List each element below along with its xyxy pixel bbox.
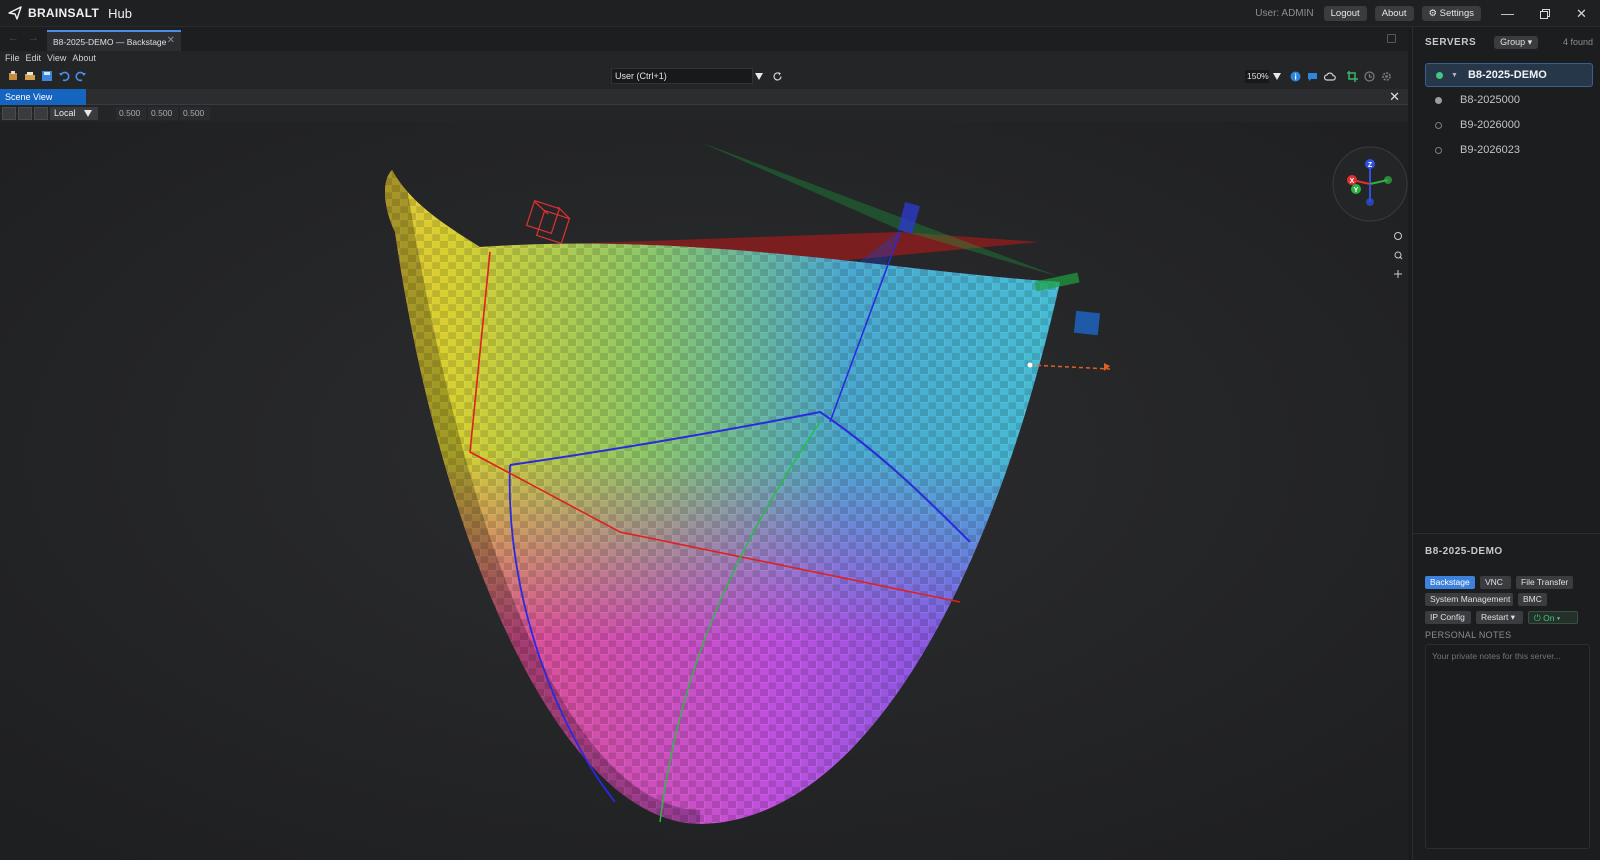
- group-dropdown[interactable]: Group ▾: [1494, 35, 1539, 49]
- gear-icon[interactable]: [1381, 71, 1392, 82]
- server-count: 4 found: [1562, 37, 1593, 47]
- detail-title: B8-2025-DEMO: [1425, 546, 1503, 557]
- menu-edit[interactable]: Edit: [26, 53, 42, 63]
- history-icon[interactable]: [1364, 71, 1375, 82]
- brand-name: BRAINSALT: [28, 6, 100, 20]
- logout-button[interactable]: Logout: [1323, 6, 1367, 21]
- servers-title: SERVERS: [1425, 36, 1477, 48]
- tab-label: B8-2025-DEMO — Backstage: [53, 36, 167, 47]
- system-management-button[interactable]: System Management: [1425, 593, 1513, 606]
- server-detail-panel: B8-2025-DEMO Backstage VNC File Transfer…: [1413, 533, 1600, 860]
- status-offline-icon: [1435, 121, 1442, 129]
- new-file-icon[interactable]: [7, 70, 19, 82]
- scene-close-icon[interactable]: ✕: [1389, 89, 1400, 105]
- gizmo-x-label: X: [1350, 178, 1355, 185]
- scene-view-tab[interactable]: Scene View: [0, 89, 86, 105]
- notes-label: PERSONAL NOTES: [1425, 630, 1512, 640]
- rotate-tool-icon[interactable]: [18, 107, 32, 120]
- scene-view-header: Scene View ✕: [0, 89, 1408, 105]
- server-item-b9-2026000[interactable]: B9-2026000: [1425, 113, 1593, 137]
- tab-backstage[interactable]: B8-2025-DEMO — Backstage ✕: [47, 30, 181, 51]
- server-name: B9-2026023: [1460, 144, 1520, 156]
- servers-header: SERVERS Group ▾ 4 found: [1425, 34, 1593, 50]
- menu-view[interactable]: View: [47, 53, 66, 63]
- servers-sidebar: SERVERS Group ▾ 4 found ▼ B8-2025-DEMO B…: [1412, 27, 1600, 860]
- maximize-icon[interactable]: [1526, 0, 1563, 27]
- scene-canvas[interactable]: Z X Y: [0, 122, 1408, 860]
- scene-viewport[interactable]: Z X Y: [0, 122, 1408, 860]
- crop-icon[interactable]: [1347, 71, 1358, 82]
- menu-bar: File Edit View About: [0, 51, 1408, 65]
- transform-bar: Local 0.500 0.500 0.500: [0, 105, 1408, 122]
- server-item-b8-2025000[interactable]: B8-2025000: [1425, 88, 1593, 112]
- main-area: ← → B8-2025-DEMO — Backstage ✕ File Edit…: [0, 27, 1408, 860]
- about-button[interactable]: About: [1374, 6, 1414, 21]
- menu-about[interactable]: About: [72, 53, 96, 63]
- space-chevron-down-icon[interactable]: [84, 110, 92, 117]
- server-name: B8-2025-DEMO: [1467, 69, 1547, 81]
- info-icon[interactable]: [1290, 71, 1301, 82]
- brand: BRAINSALT Hub: [8, 6, 132, 21]
- settings-button[interactable]: ⚙ Settings: [1421, 6, 1481, 21]
- status-online-icon: [1436, 71, 1443, 79]
- cloud-icon[interactable]: [1324, 71, 1336, 82]
- file-transfer-button[interactable]: File Transfer: [1516, 576, 1573, 589]
- save-icon[interactable]: [41, 70, 53, 82]
- minimize-icon[interactable]: —: [1489, 0, 1526, 27]
- scale-tool-icon[interactable]: [34, 107, 48, 120]
- forward-arrow-icon[interactable]: →: [28, 32, 39, 44]
- current-user: User: ADMIN: [1255, 8, 1314, 19]
- chat-icon[interactable]: [1307, 71, 1318, 82]
- close-window-icon[interactable]: ✕: [1563, 0, 1600, 27]
- restart-dropdown[interactable]: Restart ▾: [1476, 611, 1523, 624]
- gizmo-y-label: Y: [1354, 187, 1359, 194]
- status-idle-icon: [1435, 96, 1442, 104]
- brand-hub: Hub: [108, 5, 132, 21]
- value-z-field[interactable]: 0.500: [180, 107, 210, 120]
- menu-file[interactable]: File: [5, 53, 20, 63]
- toolbar: User (Ctrl+1) 150%: [0, 65, 1408, 89]
- bmc-button[interactable]: BMC: [1518, 593, 1547, 606]
- refresh-icon[interactable]: [772, 71, 783, 82]
- redo-icon[interactable]: [75, 70, 87, 82]
- vnc-button[interactable]: VNC: [1480, 576, 1511, 589]
- expand-chevron-down-icon[interactable]: ▼: [1451, 72, 1458, 79]
- space-label: Local: [54, 108, 76, 118]
- tab-row: ← → B8-2025-DEMO — Backstage ✕: [0, 27, 1408, 51]
- server-item-b8-2025-demo[interactable]: ▼ B8-2025-DEMO: [1425, 63, 1593, 87]
- status-offline-icon: [1435, 146, 1442, 154]
- personal-notes-input[interactable]: [1425, 644, 1590, 849]
- zoom-level[interactable]: 150%: [1245, 70, 1269, 83]
- fullscreen-icon[interactable]: [1387, 34, 1396, 43]
- value-x-field[interactable]: 0.500: [116, 107, 146, 120]
- value-y-field[interactable]: 0.500: [148, 107, 178, 120]
- user-select-chevron-down-icon[interactable]: [755, 73, 763, 80]
- zoom-chevron-down-icon[interactable]: [1273, 73, 1281, 80]
- tab-close-icon[interactable]: ✕: [167, 35, 175, 46]
- backstage-button[interactable]: Backstage: [1425, 576, 1475, 589]
- open-folder-icon[interactable]: [24, 70, 36, 82]
- server-name: B8-2025000: [1460, 94, 1520, 106]
- undo-icon[interactable]: [58, 70, 70, 82]
- brainsalt-logo-icon: [8, 6, 22, 20]
- back-arrow-icon[interactable]: ←: [8, 32, 19, 44]
- user-view-select[interactable]: User (Ctrl+1): [611, 68, 753, 84]
- server-name: B9-2026000: [1460, 119, 1520, 131]
- gizmo-z-label: Z: [1368, 162, 1373, 169]
- server-item-b9-2026023[interactable]: B9-2026023: [1425, 138, 1593, 162]
- title-bar: BRAINSALT Hub User: ADMIN Logout About ⚙…: [0, 0, 1600, 27]
- move-tool-icon[interactable]: [2, 107, 16, 120]
- power-on-dropdown[interactable]: ⏻ On ▾: [1528, 611, 1578, 624]
- ip-config-button[interactable]: IP Config: [1425, 611, 1471, 624]
